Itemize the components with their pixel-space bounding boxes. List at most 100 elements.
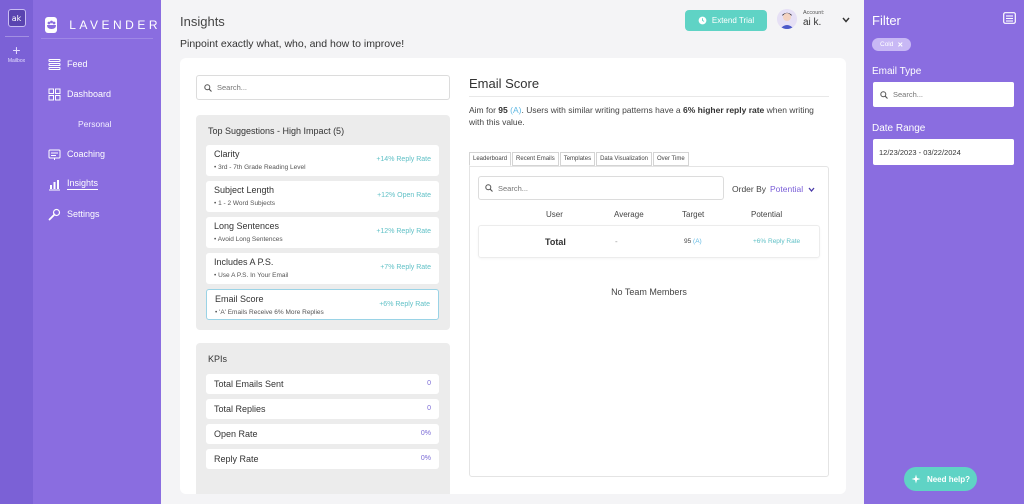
insights-chart-icon	[49, 179, 60, 190]
page-subtitle: Pinpoint exactly what, who, and how to i…	[180, 38, 405, 50]
kpi-reply-rate: Reply Rate 0%	[206, 449, 439, 469]
chevron-down-icon	[808, 187, 815, 192]
date-range-label: Date Range	[872, 123, 926, 134]
lavender-logo-icon[interactable]	[45, 17, 58, 33]
sidebar-item-coaching[interactable]: Coaching	[33, 139, 161, 169]
sidebar-item-settings[interactable]: Settings	[33, 199, 161, 229]
suggestion-title: Subject Length	[214, 185, 275, 195]
search-icon	[485, 184, 493, 192]
kpi-label: Reply Rate	[214, 454, 259, 464]
desc-text: . Users with similar writing patterns ha…	[521, 105, 684, 115]
leaderboard-panel: Order By Potential User Average Target P…	[469, 166, 829, 477]
feed-icon	[48, 58, 61, 70]
sidebar-item-insights[interactable]: Insights	[33, 169, 161, 199]
title-divider	[469, 96, 829, 97]
email-score-title: Email Score	[469, 76, 540, 91]
tab-over-time[interactable]: Over Time	[653, 152, 689, 166]
kpi-total-emails-sent: Total Emails Sent 0	[206, 374, 439, 394]
tab-templates[interactable]: Templates	[559, 152, 596, 166]
suggestion-rate: +7% Reply Rate	[380, 264, 431, 271]
email-type-input[interactable]	[893, 90, 1003, 99]
sidebar-nav: Feed Dashboard Personal Coaching Insight…	[33, 49, 161, 229]
filter-chip-cold[interactable]: Cold ✕	[872, 38, 912, 51]
extend-trial-label: Extend Trial	[711, 16, 755, 25]
coaching-icon	[48, 149, 61, 160]
brand-name: LAVENDER	[69, 18, 161, 32]
page-title: Insights	[180, 14, 225, 29]
main-content: Insights Pinpoint exactly what, who, and…	[161, 0, 864, 504]
clock-icon	[698, 16, 707, 25]
tab-recent-emails[interactable]: Recent Emails	[512, 152, 559, 166]
brand: LAVENDER	[33, 0, 161, 38]
column-header-user: User	[546, 210, 563, 219]
filter-list-icon[interactable]	[1003, 12, 1016, 24]
settings-wrench-icon	[48, 208, 61, 220]
need-help-button[interactable]: Need help?	[904, 467, 977, 491]
account-label: Account:	[803, 10, 825, 16]
sidebar-item-dashboard[interactable]: Dashboard	[33, 79, 161, 109]
score-tabs: Leaderboard Recent Emails Templates Data…	[469, 152, 690, 166]
filter-panel: Filter Cold ✕ Email Type Date Range 12/2…	[864, 0, 1024, 504]
desc-target-value: 95	[498, 105, 508, 115]
leaderboard-search[interactable]	[478, 176, 724, 200]
desc-text: Aim for	[469, 105, 499, 115]
suggestion-title: Clarity	[214, 149, 240, 159]
tab-data-visualization[interactable]: Data Visualization	[596, 152, 652, 166]
suggestion-subject-length[interactable]: Subject Length • 1 - 2 Word Subjects +12…	[206, 181, 439, 212]
suggestion-desc: • 1 - 2 Word Subjects	[214, 200, 276, 207]
suggestion-clarity[interactable]: Clarity • 3rd - 7th Grade Reading Level …	[206, 145, 439, 176]
suggestion-title: Includes A P.S.	[214, 257, 274, 267]
date-range-field[interactable]: 12/23/2023 - 03/22/2024	[873, 139, 1014, 165]
rail-divider	[4, 36, 29, 37]
add-mailbox-icon[interactable]: +	[12, 43, 20, 57]
dashboard-icon	[48, 88, 61, 100]
suggestion-includes-ps[interactable]: Includes A P.S. • Use A P.S. In Your Ema…	[206, 253, 439, 284]
extend-trial-button[interactable]: Extend Trial	[685, 10, 767, 31]
order-by-label: Order By	[732, 184, 767, 194]
close-icon[interactable]: ✕	[897, 41, 903, 49]
account-menu[interactable]: Account: ai k.	[777, 9, 850, 29]
sidebar: LAVENDER Feed Dashboard Personal Coachin…	[33, 0, 161, 504]
search-input[interactable]	[217, 83, 417, 92]
sidebar-item-personal[interactable]: Personal	[33, 109, 161, 139]
desc-highlight: 6% higher reply rate	[683, 105, 765, 115]
suggestion-desc: • 'A' Emails Receive 6% More Replies	[215, 309, 324, 316]
tab-leaderboard[interactable]: Leaderboard	[469, 152, 512, 166]
sidebar-item-label: Dashboard	[67, 89, 112, 99]
empty-state-text: No Team Members	[611, 287, 687, 297]
suggestion-title: Long Sentences	[214, 221, 280, 231]
suggestions-search[interactable]	[196, 75, 450, 100]
suggestion-desc: • 3rd - 7th Grade Reading Level	[214, 164, 306, 171]
top-suggestions-panel: Top Suggestions - High Impact (5) Clarit…	[196, 115, 450, 330]
sidebar-item-label: Coaching	[67, 149, 106, 159]
chip-label: Cold	[880, 41, 894, 48]
email-score-description: Aim for 95 (A). Users with similar writi…	[469, 104, 819, 128]
email-type-search[interactable]	[873, 82, 1014, 107]
table-row-total[interactable]: Total - 95 (A) +6% Reply Rate	[478, 225, 820, 258]
suggestion-email-score[interactable]: Email Score • 'A' Emails Receive 6% More…	[206, 289, 439, 320]
need-help-label: Need help?	[926, 474, 971, 484]
row-potential: +6% Reply Rate	[753, 238, 801, 245]
suggestion-long-sentences[interactable]: Long Sentences • Avoid Long Sentences +1…	[206, 217, 439, 248]
kpi-label: Total Replies	[214, 404, 266, 414]
suggestion-rate: +12% Reply Rate	[376, 228, 431, 235]
add-mailbox-label[interactable]: Mailbox	[8, 58, 25, 64]
column-header-average: Average	[614, 210, 644, 219]
filter-title: Filter	[872, 13, 901, 28]
kpi-value: 0%	[420, 430, 431, 437]
kpi-open-rate: Open Rate 0%	[206, 424, 439, 444]
suggestion-title: Email Score	[215, 294, 264, 304]
sidebar-item-feed[interactable]: Feed	[33, 49, 161, 79]
sidebar-item-label: Settings	[67, 209, 100, 219]
kpi-value: 0	[427, 405, 431, 412]
order-by-dropdown[interactable]: Order By Potential	[732, 184, 815, 194]
account-rail: ak + Mailbox	[0, 0, 33, 504]
search-input[interactable]	[498, 183, 698, 193]
row-target-grade: (A)	[693, 238, 702, 245]
suggestion-desc: • Avoid Long Sentences	[214, 236, 283, 243]
chevron-down-icon[interactable]	[842, 17, 850, 23]
kpi-value: 0	[427, 380, 431, 387]
mailbox-avatar[interactable]: ak	[7, 9, 26, 27]
row-target-value: 95	[684, 238, 692, 245]
sidebar-item-label: Feed	[67, 59, 88, 69]
